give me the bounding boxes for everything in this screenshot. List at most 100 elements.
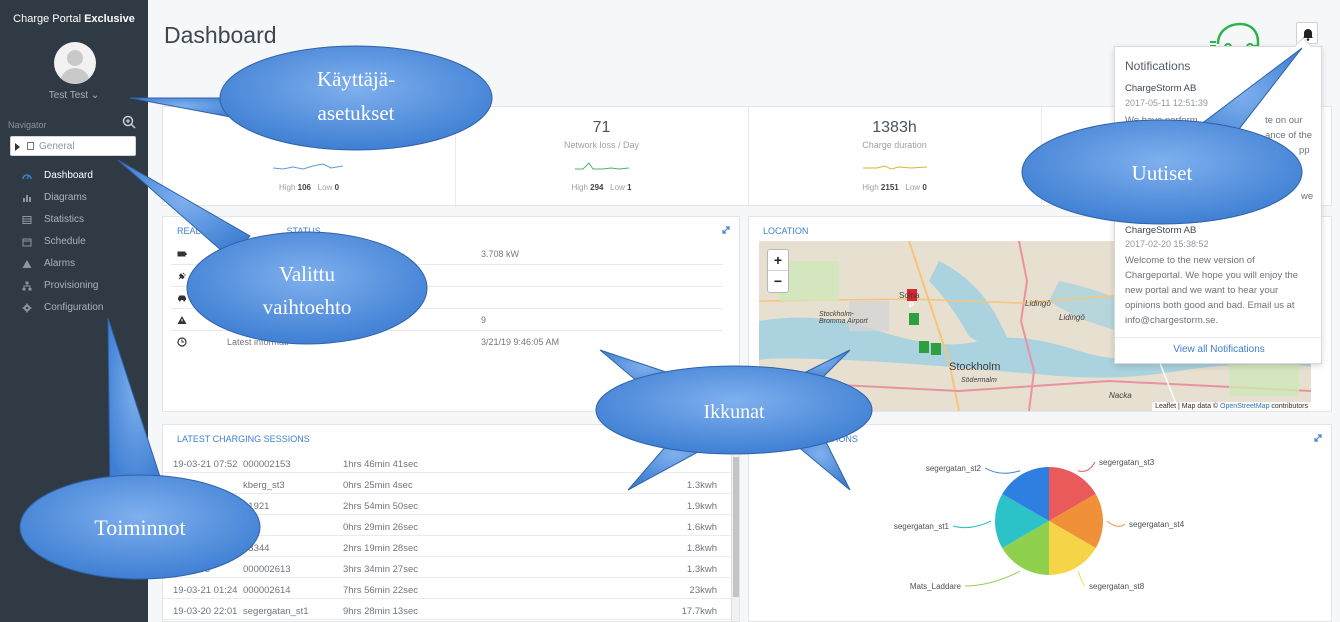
notification-line: new portal and we want to hear your [1125,285,1279,296]
session-id: 01921 [243,501,270,512]
table-row[interactable]: 921 0hrs 29min 26sec 1.6kwh [163,518,737,536]
sidebar-menu: Dashboard Diagrams Statistics Schedule A… [0,166,148,320]
expand-icon[interactable] [1313,433,1323,443]
panel-title: LOCATION [763,226,809,236]
map-label: Lidingö [1025,299,1051,308]
session-id: 921 [243,522,259,533]
sidebar-item-configuration[interactable]: Configuration [0,298,148,320]
notification-line: info@chargestorm.se. [1125,315,1219,326]
pie-connector [1077,461,1096,472]
notification-sender: ChargeStorm AB [1125,225,1197,236]
zoom-in-icon[interactable] [122,115,136,129]
sidebar-item-label: Provisioning [44,280,99,291]
notification-line: te on our [1265,115,1303,126]
sitemap-icon [22,281,32,291]
session-duration: 1hrs 46min 41sec [343,459,418,470]
session-duration: 3hrs 34min 27sec [343,564,418,575]
realtime-value: 3.708 kW [481,249,520,259]
panel-title: REAL-TI STATUS [177,226,321,236]
session-id: kberg_st3 [243,480,285,491]
stat-label: Network loss / Day [563,140,640,150]
chevron-down-icon: ⌄ [90,90,100,101]
panel-title: ATIONS [825,434,858,444]
sidebar-item-provisioning[interactable]: Provisioning [0,276,148,298]
zoom-in-button[interactable]: + [768,250,788,271]
map-label: Stockholm [949,361,1001,373]
table-row[interactable]: 19-03-20 22:01 segergatan_st1 9hrs 28min 1… [163,602,737,620]
sidebar: Charge Portal Exclusive Test Test ⌄ Navi… [0,0,148,622]
notification-line: opinions both good and bad. Email us at [1125,300,1295,311]
pie-connector [952,520,992,529]
notifications-heading: Notifications [1125,59,1191,73]
session-duration: 7hrs 56min 22sec [343,585,418,596]
session-date: 19-03-21 07:52 [173,459,238,470]
brand-prefix: Charge Portal [13,13,82,25]
realtime-row [171,287,723,309]
user-name: Test Test [48,90,89,101]
sidebar-item-diagrams[interactable]: Diagrams [0,188,148,210]
zoom-out-button[interactable]: − [768,271,788,292]
table-row[interactable]: kberg_st3 0hrs 25min 4sec 1.3kwh [163,476,737,494]
sidebar-item-label: Configuration [44,302,104,313]
dashboard-icon [22,174,32,180]
session-energy: 17.7kwh [681,606,717,617]
avatar[interactable] [54,42,96,84]
notification-line: ance of the [1265,130,1313,141]
stations-pie-chart: segergatan_st3 segergatan_st4 segergatan_s… [894,458,1185,591]
page-title: Dashboard [164,22,277,48]
pie-label: segergatan_st4 [1129,520,1185,529]
expand-icon[interactable] [721,225,731,235]
table-row[interactable]: 01921 2hrs 54min 50sec 1.9kwh [163,497,737,515]
plug-icon [178,272,186,280]
notification-line: Chargeportal. We hope you will enjoy the [1125,270,1299,281]
caret-right-icon [15,143,20,151]
session-energy: 1.3kwh [686,480,717,491]
sidebar-item-dashboard[interactable]: Dashboard [0,166,148,188]
session-duration: 9hrs 28min 13sec [343,606,418,617]
table-row[interactable]: 21 02:05 000002613 3hrs 34min 27sec 1.3kwh [163,560,737,578]
session-id: 000002613 [243,564,291,575]
stat-value: 71 [592,119,611,136]
sidebar-item-label: Alarms [44,258,76,269]
realtime-key: Latest informati [227,337,289,347]
notification-line: Welcome to the new version of [1125,255,1255,266]
table-row[interactable]: 19-03-21 01:24 000002614 7hrs 56min 22sec 2… [163,581,737,599]
pie-label: segergatan_st2 [926,464,982,473]
sidebar-item-schedule[interactable]: Schedule [0,232,148,254]
session-date: 21 02:05 [173,564,210,575]
table-row[interactable]: 03344 2hrs 19min 28sec 1.8kwh [163,539,737,557]
scrollbar[interactable] [731,455,739,621]
realtime-row [171,265,723,287]
brand-title: Charge Portal Exclusive [0,13,148,25]
sidebar-item-alarms[interactable]: Alarms [0,254,148,276]
stat-high-low: High 2151 Low 0 [862,183,927,192]
stat-value: 1383h [872,119,917,136]
realtime-row: Latest informati 3/21/19 9:46:05 AM [171,331,723,353]
realtime-status-panel: REAL-TI STATUS 3.708 kW 9 Latest informa… [162,216,740,412]
stat-charge-duration: 1383h Charge duration High 2151 Low 0 [748,107,1041,207]
stat-sessions: High 106 Low 0 [163,107,455,207]
building-icon [27,142,34,150]
session-id: 000002614 [243,585,291,596]
session-duration: 2hrs 19min 28sec [343,543,418,554]
osm-link[interactable]: OpenStreetMap [1220,403,1269,410]
pie-connector [984,467,1021,474]
navigator-group-select[interactable]: General [10,136,136,156]
warning-icon [22,260,32,268]
pie-connector [964,570,1021,587]
sessions-panel: LATEST CHARGING SESSIONS 19-03-21 07:52 0… [162,424,740,622]
table-row[interactable]: 19-03-21 07:52 000002153 1hrs 46min 41sec [163,455,737,473]
sidebar-item-statistics[interactable]: Statistics [0,210,148,232]
map-label: Stockholm-Bromma Airport [819,311,868,325]
clock-icon [177,337,187,347]
notification-body[interactable]: Welcome to the new version of Chargeport… [1125,253,1317,328]
session-energy: 23kwh [689,585,717,596]
stations-panel: ATIONS segergatan_st3 segergatan_st4 seger… [748,424,1332,622]
notifications-dropdown: Notifications ChargeStorm AB 2017-05-11 … [1114,37,1323,365]
view-all-notifications-link[interactable]: View all Notifications [1115,337,1323,365]
map-label: Solna [899,291,920,300]
notification-date: 2017-05-11 12:51:39 [1125,98,1208,108]
user-menu[interactable]: Test Test ⌄ [0,90,148,101]
session-date: 19-03-20 22:01 [173,606,238,617]
pie-label: segergatan_st1 [894,522,950,531]
